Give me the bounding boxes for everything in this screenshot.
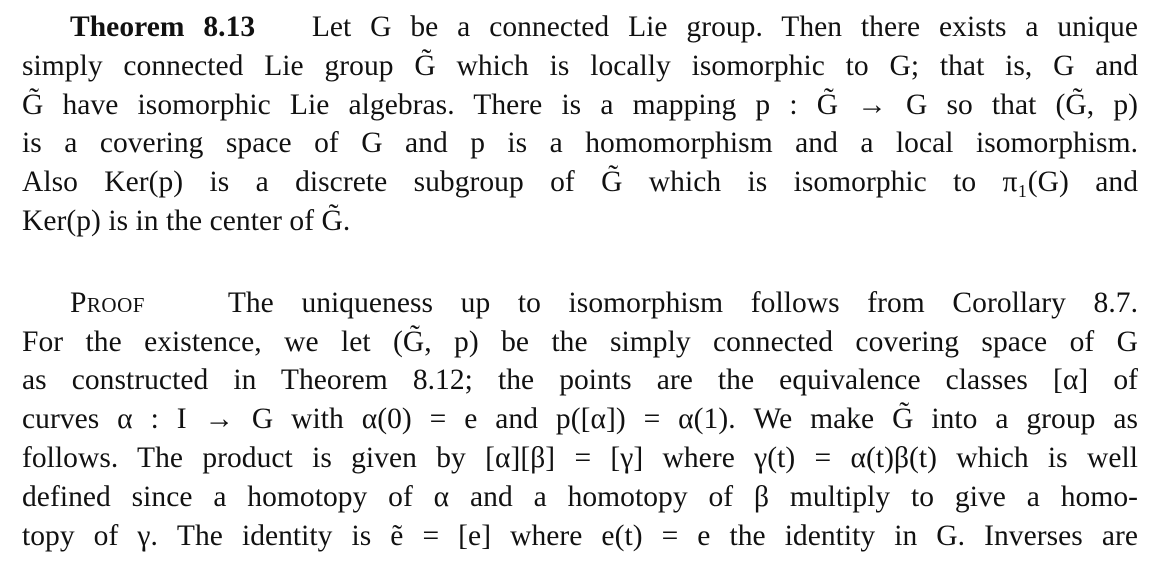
proof-line-3: as constructed in Theorem 8.12; the poin… bbox=[22, 364, 1138, 397]
proof-line-7: topy of γ. The identity is ẽ = [e] where… bbox=[22, 519, 1138, 552]
theorem-label: Theorem 8.13 bbox=[70, 11, 256, 43]
theorem-line-6: Ker(p) is in the center of G̃. bbox=[22, 204, 351, 237]
theorem-line-1: Theorem 8.13 Let G be a connected Lie gr… bbox=[22, 8, 1138, 47]
proof-line-4: curves α : I → G with α(0) = e and p([α]… bbox=[22, 403, 1138, 436]
page-text: Theorem 8.13 Let G be a connected Lie gr… bbox=[22, 8, 1138, 555]
theorem-line-4: is a covering space of G and p is a homo… bbox=[22, 127, 1138, 160]
theorem-line-3: G̃ have isomorphic Lie algebras. There i… bbox=[22, 88, 1138, 121]
theorem-line-5: Also Ker(p) is a discrete subgroup of G̃… bbox=[22, 166, 1138, 199]
proof-label: Proof bbox=[70, 286, 145, 319]
proof-line-6: defined since a homotopy of α and a homo… bbox=[22, 480, 1138, 513]
proof-line-2: For the existence, we let (G̃, p) be the… bbox=[22, 325, 1138, 358]
theorem-text-line: Let G be a connected Lie group. Then the… bbox=[311, 11, 1138, 43]
proof-line-5: follows. The product is given by [α][β] … bbox=[22, 441, 1138, 474]
theorem-line-2: simply connected Lie group G̃ which is l… bbox=[22, 49, 1138, 82]
proof-line-1: Proof The uniqueness up to isomorphism f… bbox=[22, 284, 1138, 323]
proof-text-line: The uniqueness up to isomorphism follows… bbox=[227, 286, 1139, 319]
